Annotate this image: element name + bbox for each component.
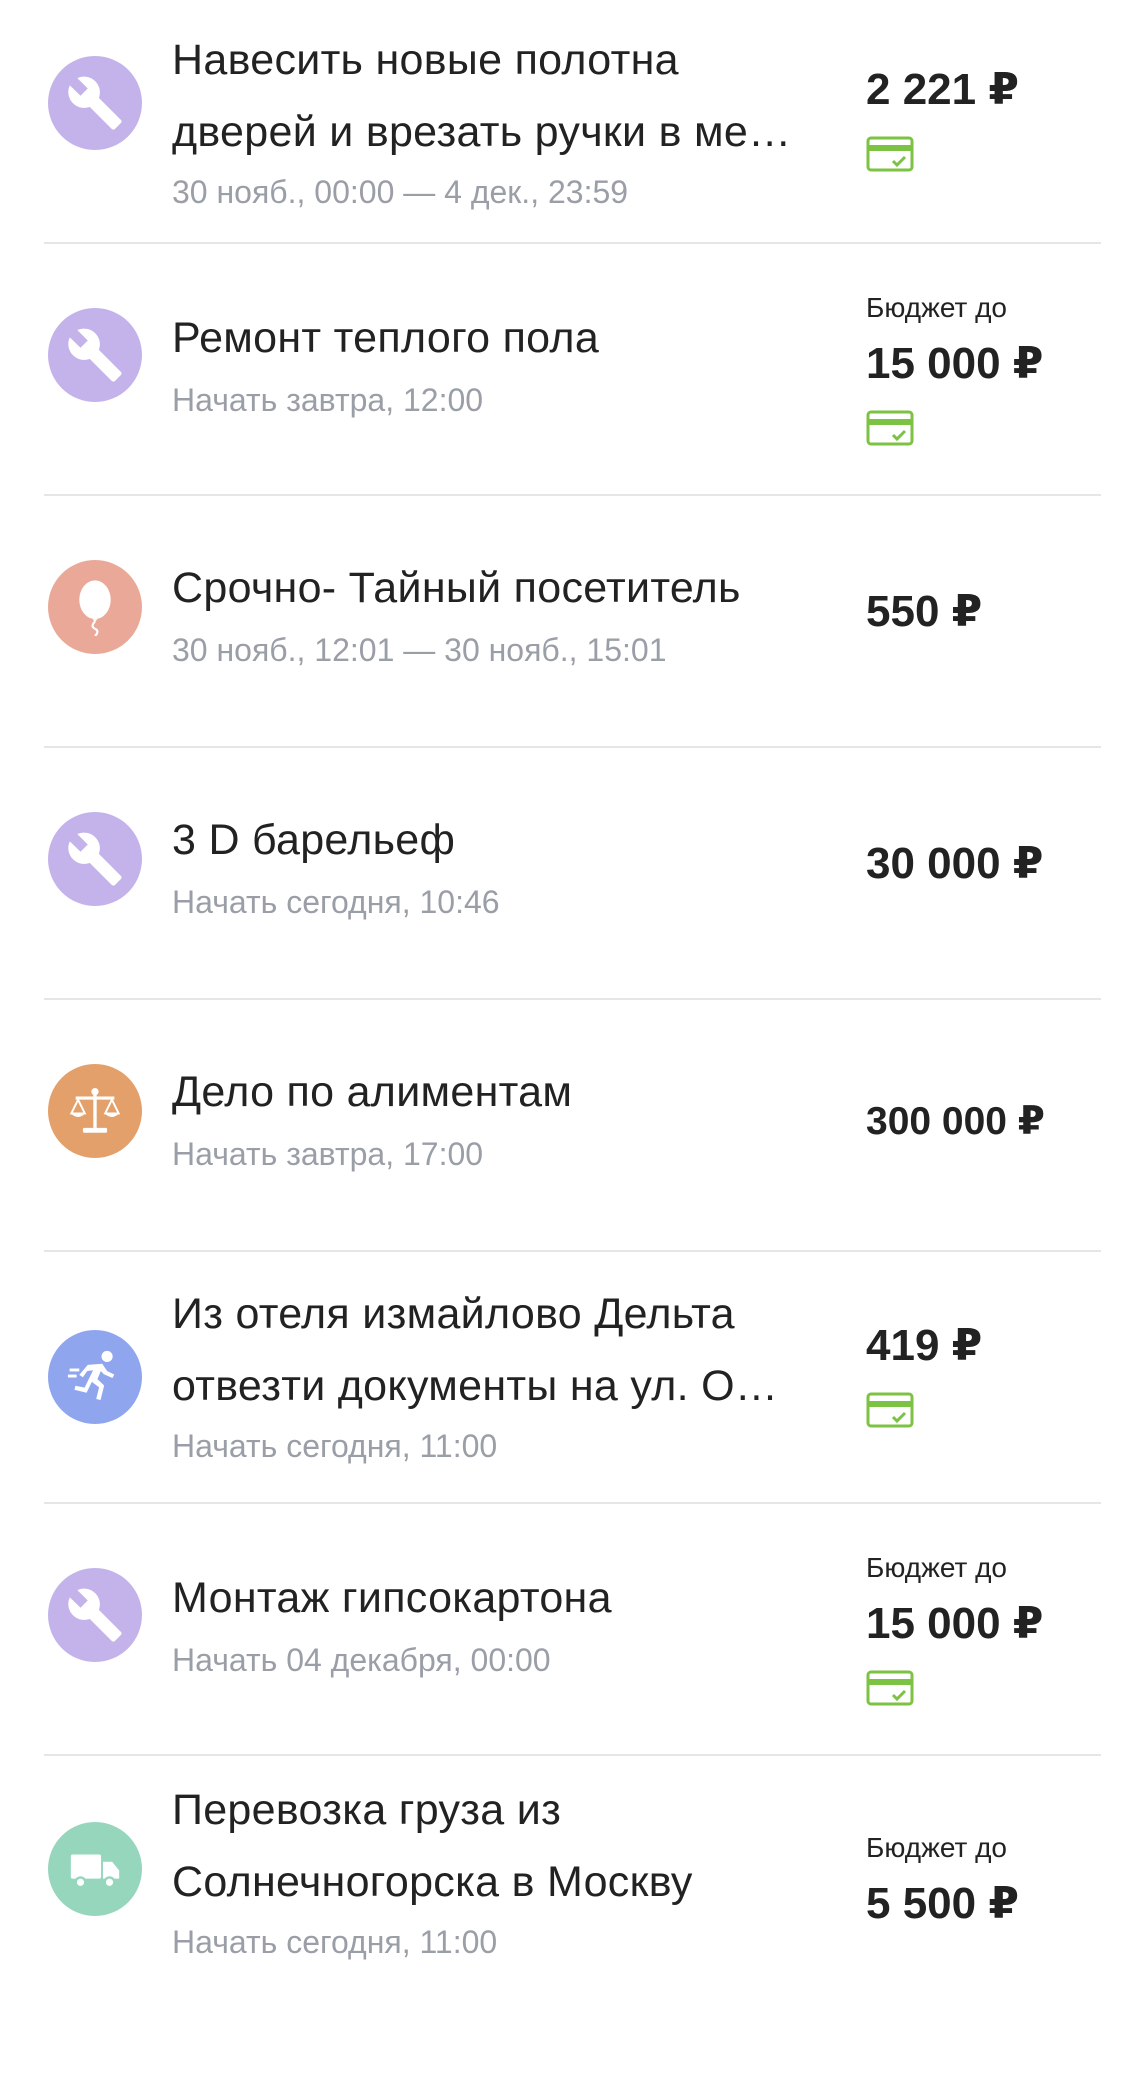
task-date: Начать 04 декабря, 00:00	[172, 1642, 551, 1678]
task-date: Начать сегодня, 10:46	[172, 884, 500, 920]
task-item[interactable]: Ремонт теплого пола Начать завтра, 12:00…	[0, 244, 1125, 496]
task-price: 30 000 ₽	[866, 839, 1044, 888]
task-title: Перевозка груза из Солнечногорска в Моск…	[172, 1774, 832, 1918]
task-price: 5 500 ₽	[866, 1879, 1019, 1928]
price-block: 550 ₽	[866, 584, 1106, 640]
task-item[interactable]: Из отеля измайлово Дельта отвезти докуме…	[0, 1252, 1125, 1504]
task-title: Ремонт теплого пола	[172, 302, 832, 374]
task-date: 30 нояб., 12:01 — 30 нояб., 15:01	[172, 632, 667, 668]
task-price: 2 221 ₽	[866, 65, 1019, 114]
task-date: Начать сегодня, 11:00	[172, 1924, 498, 1960]
price-block: Бюджет до 5 500 ₽	[866, 1830, 1106, 1932]
task-date: Начать завтра, 12:00	[172, 382, 484, 418]
task-title-line: Перевозка груза из	[172, 1786, 562, 1834]
task-list: Навесить новые полотна дверей и врезать …	[0, 0, 1125, 2092]
task-title-line: Солнечногорска в Москву	[172, 1858, 693, 1906]
price-block: 419 ₽	[866, 1318, 1106, 1428]
task-item[interactable]: Перевозка груза из Солнечногорска в Моск…	[0, 1756, 1125, 2092]
task-title-line: 3 D барельеф	[172, 816, 456, 864]
task-item[interactable]: Навесить новые полотна дверей и врезать …	[0, 0, 1125, 244]
wrench-icon	[48, 308, 142, 402]
task-title: Срочно- Тайный посетитель	[172, 552, 832, 624]
task-price: 15 000 ₽	[866, 1599, 1044, 1648]
task-title: Монтаж гипсокартона	[172, 1562, 832, 1634]
task-title: Из отеля измайлово Дельта отвезти докуме…	[172, 1278, 832, 1422]
card-payment-icon	[866, 1392, 914, 1428]
task-title-line: отвезти документы на ул. О…	[172, 1362, 779, 1410]
task-title-line: Из отеля измайлово Дельта	[172, 1290, 735, 1338]
task-item[interactable]: 3 D барельеф Начать сегодня, 10:46 30 00…	[0, 748, 1125, 1000]
card-payment-icon	[866, 1670, 914, 1706]
budget-label: Бюджет до	[866, 1832, 1007, 1863]
price-block: 300 000 ₽	[866, 1094, 1106, 1150]
truck-icon	[48, 1822, 142, 1916]
task-price: 550 ₽	[866, 587, 983, 636]
task-price: 419 ₽	[866, 1321, 983, 1370]
task-title-line: Дело по алиментам	[172, 1068, 573, 1116]
task-item[interactable]: Монтаж гипсокартона Начать 04 декабря, 0…	[0, 1504, 1125, 1756]
task-date: Начать завтра, 17:00	[172, 1136, 484, 1172]
task-item[interactable]: Дело по алиментам Начать завтра, 17:00 3…	[0, 1000, 1125, 1252]
budget-label: Бюджет до	[866, 292, 1007, 323]
price-block: 30 000 ₽	[866, 836, 1106, 892]
task-date: 30 нояб., 00:00 — 4 дек., 23:59	[172, 174, 629, 210]
card-payment-icon	[866, 410, 914, 446]
task-title-line: Срочно- Тайный посетитель	[172, 564, 741, 612]
card-payment-icon	[866, 136, 914, 172]
price-block: 2 221 ₽	[866, 62, 1106, 172]
task-title-line: Монтаж гипсокартона	[172, 1574, 612, 1622]
balloon-icon	[48, 560, 142, 654]
price-block: Бюджет до 15 000 ₽	[866, 290, 1106, 446]
wrench-icon	[48, 56, 142, 150]
task-title: Навесить новые полотна дверей и врезать …	[172, 24, 832, 168]
task-title: Дело по алиментам	[172, 1056, 832, 1128]
task-item[interactable]: Срочно- Тайный посетитель 30 нояб., 12:0…	[0, 496, 1125, 748]
task-title-line: дверей и врезать ручки в ме…	[172, 108, 792, 156]
task-title-line: Ремонт теплого пола	[172, 314, 600, 362]
runner-icon	[48, 1330, 142, 1424]
task-price: 15 000 ₽	[866, 339, 1044, 388]
task-title-line: Навесить новые полотна	[172, 36, 679, 84]
task-title: 3 D барельеф	[172, 804, 832, 876]
wrench-icon	[48, 812, 142, 906]
budget-label: Бюджет до	[866, 1552, 1007, 1583]
wrench-icon	[48, 1568, 142, 1662]
scales-icon	[48, 1064, 142, 1158]
task-price: 300 000 ₽	[866, 1100, 1045, 1143]
task-date: Начать сегодня, 11:00	[172, 1428, 498, 1464]
price-block: Бюджет до 15 000 ₽	[866, 1550, 1106, 1706]
